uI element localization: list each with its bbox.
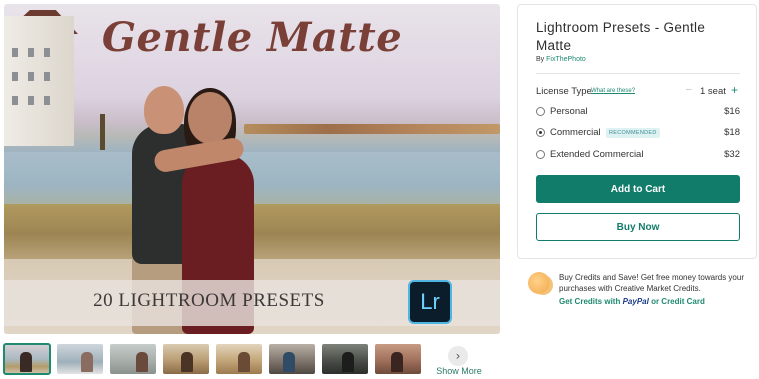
thumbnail-figure [181,352,193,372]
hotel-window [28,96,34,105]
license-option-price: $18 [724,127,740,138]
thumbnail-figure [136,352,148,372]
thumbnail-7[interactable] [322,344,368,374]
license-option-commercial[interactable]: Commercial RECOMMENDED $18 [536,127,740,141]
radio-button[interactable] [536,107,545,116]
recommended-badge: RECOMMENDED [606,128,660,138]
hero-title: Gentle Matte [101,14,403,61]
man-face [144,86,184,134]
thumbnail-figure [20,352,32,372]
buy-now-button[interactable]: Buy Now [536,213,740,241]
thumbnail-8[interactable] [375,344,421,374]
thumbnail-figure [342,352,354,372]
product-hero-image[interactable]: Gentle Matte 20 LIGHTROOM PRESETS Lr [4,4,500,334]
author-link[interactable]: FixThePhoto [546,56,586,63]
purchase-card: Lightroom Presets - Gentle Matte By FixT… [517,4,757,259]
thumbnail-1[interactable] [3,343,51,375]
hotel-window [44,72,50,81]
hotel-window [44,96,50,105]
by-prefix: By [536,56,545,63]
far-shore [244,124,500,134]
woman-face [188,92,232,144]
thumbnail-3[interactable] [110,344,156,374]
license-option-label: Extended Commercial [550,149,644,160]
license-type-label: License Type [536,86,592,97]
get-credits-suffix: or Credit Card [651,297,705,306]
license-option-label: Commercial [550,127,601,138]
thumbnail-4[interactable] [163,344,209,374]
thumbnail-figure [391,352,403,372]
thumbnail-6[interactable] [269,344,315,374]
radio-button[interactable] [536,150,545,159]
hotel-window [12,96,18,105]
hotel-window [28,72,34,81]
license-option-extended-commercial[interactable]: Extended Commercial $32 [536,149,740,163]
palm-tree [100,114,105,150]
paypal-logo: PayPal [622,297,649,306]
thumbnail-figure [283,352,295,372]
add-to-cart-button[interactable]: Add to Cart [536,175,740,203]
seat-increment-button[interactable]: + [731,83,738,97]
hotel-window [12,72,18,81]
show-more-link[interactable]: Show More [436,366,482,376]
license-option-personal[interactable]: Personal $16 [536,106,740,120]
lightroom-logo-icon: Lr [408,280,452,324]
get-credits-prefix: Get Credits with [559,297,621,306]
what-are-these-link[interactable]: What are these? [591,88,635,94]
thumbnail-figure [81,352,93,372]
get-credits-link[interactable]: Get Credits with PayPal or Credit Card [559,297,705,306]
license-type-row: License Type What are these? – 1 seat + [536,83,740,100]
license-option-label: Personal [550,106,588,117]
product-title: Lightroom Presets - Gentle Matte [536,20,706,53]
radio-button-selected[interactable] [536,128,545,137]
thumbnail-5[interactable] [216,344,262,374]
credits-promo-text: Buy Credits and Save! Get free money tow… [559,273,744,293]
thumbnail-figure [238,352,250,372]
license-option-price: $16 [724,106,740,117]
divider [536,73,740,74]
hero-caption: 20 LIGHTROOM PRESETS [93,290,325,311]
author-line: By FixThePhoto [536,56,586,63]
coins-icon [528,272,550,294]
thumbnail-2[interactable] [57,344,103,374]
chevron-right-icon[interactable]: › [448,346,468,366]
seat-count: 1 seat [700,86,726,97]
seat-decrement-button[interactable]: – [686,84,692,95]
license-option-price: $32 [724,149,740,160]
